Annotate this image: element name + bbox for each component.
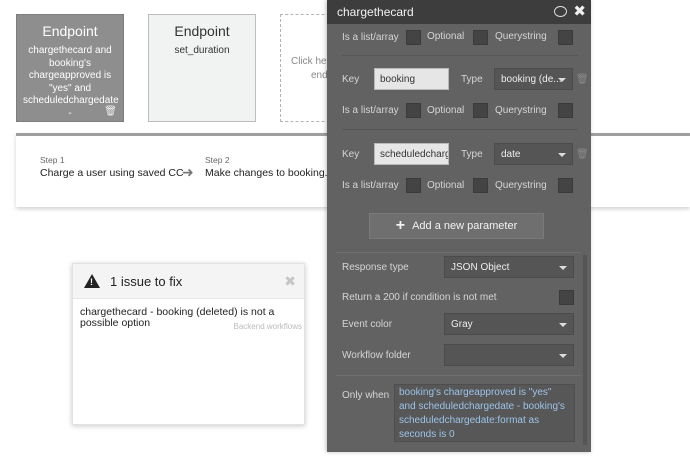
step-number: Step 1 bbox=[40, 155, 65, 165]
trash-icon[interactable]: 🗑 bbox=[104, 106, 117, 117]
workflow-step-1[interactable]: Step 1 Charge a user using saved CC bbox=[40, 155, 184, 179]
querystring-checkbox[interactable] bbox=[558, 30, 573, 45]
card-name-text: set_duration bbox=[174, 45, 230, 56]
param-options-row-0: Is a list/array bbox=[342, 26, 399, 48]
param-type-dropdown[interactable]: booking (de... bbox=[494, 68, 573, 90]
step-name: Charge a user using saved CC bbox=[40, 167, 184, 179]
event-color-dropdown[interactable]: Gray bbox=[444, 313, 574, 335]
param-type-value: date bbox=[501, 148, 521, 160]
issues-header: ! 1 issue to fix bbox=[73, 264, 304, 299]
close-icon[interactable]: ✖ bbox=[573, 4, 586, 19]
editor-header: chargethecard bbox=[327, 0, 591, 24]
close-icon[interactable]: ✖ bbox=[284, 273, 296, 290]
step-number: Step 2 bbox=[205, 155, 230, 165]
is-list-label: Is a list/array bbox=[342, 31, 399, 43]
issues-title: 1 issue to fix bbox=[110, 273, 183, 289]
type-label: Type bbox=[461, 74, 483, 85]
add-parameter-button[interactable]: + Add a new parameter bbox=[369, 213, 544, 239]
is-list-label: Is a list/array bbox=[342, 180, 399, 191]
is-list-checkbox[interactable] bbox=[406, 30, 421, 45]
is-list-label: Is a list/array bbox=[342, 105, 399, 116]
divider bbox=[342, 55, 578, 56]
param-key-input[interactable]: scheduledcharg bbox=[374, 143, 449, 165]
comment-icon[interactable] bbox=[554, 6, 568, 17]
issues-panel: ! 1 issue to fix ✖ chargethecard - booki… bbox=[72, 263, 305, 425]
response-type-value: JSON Object bbox=[451, 261, 510, 273]
warning-icon: ! bbox=[84, 274, 100, 288]
optional-label: Optional bbox=[427, 180, 465, 191]
issue-location-link[interactable]: Backend workflows bbox=[234, 322, 302, 331]
chevron-down-icon bbox=[559, 266, 567, 270]
divider bbox=[336, 252, 581, 253]
response-type-label: Response type bbox=[342, 262, 409, 273]
optional-label: Optional bbox=[427, 105, 465, 116]
step-name: Make changes to booking... bbox=[205, 167, 334, 179]
event-color-label: Event color bbox=[342, 319, 393, 330]
querystring-checkbox[interactable] bbox=[558, 103, 573, 118]
card-title: Endpoint bbox=[174, 23, 230, 39]
chevron-down-icon bbox=[558, 153, 566, 157]
only-when-expression[interactable]: booking's chargeapproved is "yes" and sc… bbox=[394, 384, 575, 442]
querystring-label: Querystring bbox=[495, 180, 547, 191]
divider bbox=[342, 129, 578, 130]
querystring-label: Querystring bbox=[495, 105, 547, 116]
return-200-checkbox[interactable] bbox=[559, 290, 574, 305]
is-list-checkbox[interactable] bbox=[406, 103, 421, 118]
chevron-down-icon bbox=[558, 78, 566, 82]
trash-icon[interactable]: 🗑 bbox=[576, 74, 589, 85]
param-type-value: booking (de... bbox=[501, 73, 562, 85]
endpoint-card-chargethecard[interactable]: Endpoint chargethecard and booking's cha… bbox=[16, 14, 124, 122]
plus-icon: + bbox=[395, 217, 406, 234]
add-parameter-label: Add a new parameter bbox=[412, 220, 518, 232]
key-label: Key bbox=[342, 74, 360, 85]
param-key-input[interactable]: booking bbox=[374, 68, 449, 90]
divider bbox=[336, 375, 581, 376]
querystring-checkbox[interactable] bbox=[558, 178, 573, 193]
querystring-label: Querystring bbox=[495, 31, 547, 42]
optional-label: Optional bbox=[427, 31, 465, 42]
return-200-label: Return a 200 if condition is not met bbox=[342, 292, 497, 303]
editor-title: chargethecard bbox=[337, 5, 414, 19]
card-title: Endpoint bbox=[42, 23, 98, 39]
scrollbar[interactable] bbox=[583, 255, 587, 445]
is-list-checkbox[interactable] bbox=[406, 178, 421, 193]
param-type-dropdown[interactable]: date bbox=[494, 143, 573, 165]
workflow-step-2[interactable]: Step 2 Make changes to booking... bbox=[205, 155, 333, 179]
chevron-down-icon bbox=[559, 354, 567, 358]
event-color-value: Gray bbox=[451, 318, 473, 330]
optional-checkbox[interactable] bbox=[473, 30, 488, 45]
only-when-label: Only when bbox=[342, 390, 390, 401]
workflow-folder-label: Workflow folder bbox=[342, 350, 411, 361]
endpoint-card-set-duration[interactable]: Endpoint set_duration bbox=[148, 14, 256, 122]
response-type-dropdown[interactable]: JSON Object bbox=[444, 256, 574, 278]
property-editor: chargethecard ✖ Is a list/array Optional… bbox=[327, 0, 591, 452]
workflow-folder-dropdown[interactable] bbox=[444, 344, 574, 366]
chevron-down-icon bbox=[559, 323, 567, 327]
type-label: Type bbox=[461, 149, 483, 160]
arrow-right-icon: ➜ bbox=[182, 164, 194, 180]
optional-checkbox[interactable] bbox=[473, 103, 488, 118]
optional-checkbox[interactable] bbox=[473, 178, 488, 193]
key-label: Key bbox=[342, 149, 360, 160]
trash-icon[interactable]: 🗑 bbox=[576, 149, 589, 160]
